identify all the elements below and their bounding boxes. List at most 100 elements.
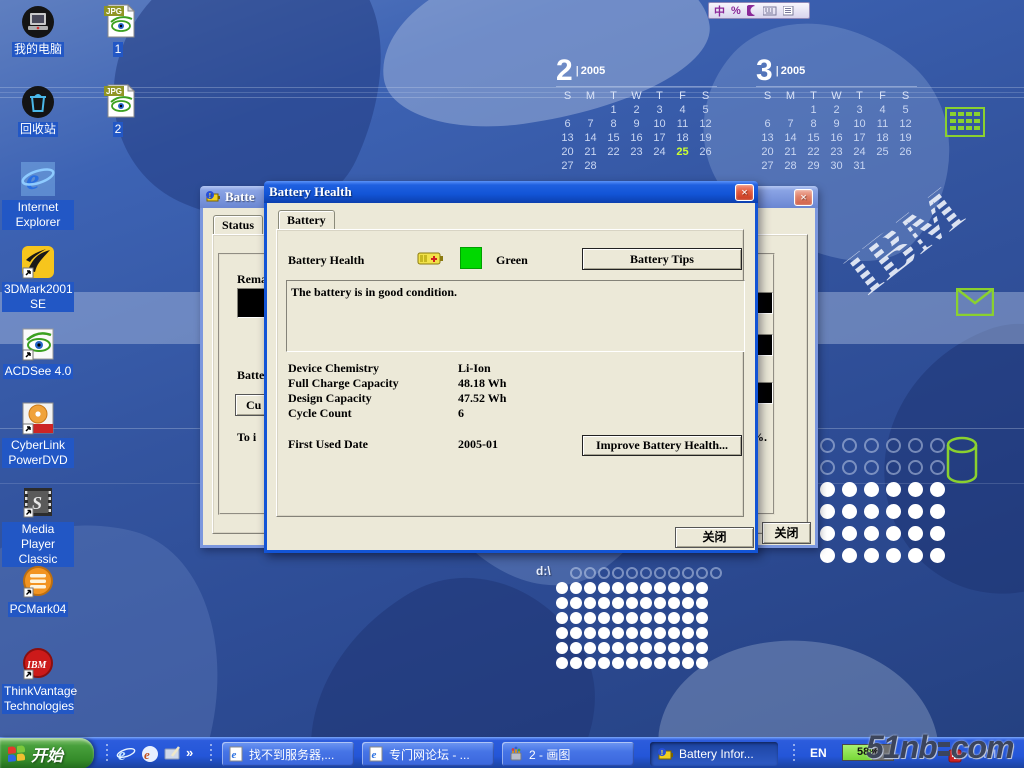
desktop: IBM d:\ 22005 SMTWTFS1234567891011121314… [0,0,1024,768]
tab-status[interactable]: Status [213,215,263,235]
calendar-month: 3 [756,54,773,87]
ime-menu-icon[interactable] [783,6,794,16]
calendar-march: 32005 SMTWTFS123456789101112131415161718… [756,56,917,173]
info-row-label: Cycle Count [288,406,352,421]
calendar-date-cell: 5 [894,103,917,117]
wallpaper-dot [612,597,624,609]
desktop-icon-powerdvd[interactable]: CyberLink PowerDVD [2,400,74,469]
close-icon[interactable]: × [735,184,754,201]
wallpaper-dot [682,627,694,639]
calendar-month: 2 [556,54,573,87]
calendar-day-header: S [894,89,917,103]
desktop-icon-jpg-1[interactable]: JPG 1 [82,2,154,58]
wallpaper-dot [556,642,568,654]
wallpaper-dot [654,597,666,609]
to-text-fragment: To i [237,430,256,445]
calendar-date-cell: 9 [825,117,848,131]
calendar-header: 22005 [556,56,717,86]
improve-battery-health-button[interactable]: Improve Battery Health... [582,435,742,456]
calendar-date-cell [756,103,779,117]
calendar-day-header: W [825,89,848,103]
calendar-year: 2005 [776,65,806,77]
quick-launch-ie-icon[interactable]: e [116,744,136,768]
wallpaper-dot [842,504,857,519]
dialog-titlebar[interactable]: Battery Health × [264,181,758,203]
calendar-date-cell: 14 [579,131,602,145]
calendar-date-cell: 12 [894,117,917,131]
ime-chinese-mode[interactable]: 中 [714,3,725,19]
wallpaper-dot [668,612,680,624]
svg-text:e: e [372,749,377,761]
calendar-date-cell: 16 [825,131,848,145]
calendar-date-cell: 24 [648,145,671,159]
calendar-date-cell: 3 [848,103,871,117]
task-label: Battery Infor... [679,747,754,761]
pcmark-icon [20,564,56,600]
wallpaper-dot [908,526,923,541]
powerdvd-icon [20,400,56,436]
wallpaper-dot [668,597,680,609]
battery-health-label: Battery Health [288,253,364,268]
wallpaper-dot [640,582,652,594]
calendar-date-cell: 1 [802,103,825,117]
wallpaper-dot-grid [820,438,950,570]
start-button[interactable]: 开始 [0,738,94,768]
tab-battery[interactable]: Battery [278,210,335,230]
taskbar-task-paint[interactable]: 2 - 画图 [502,742,634,766]
close-button[interactable]: 关闭 [762,522,811,544]
desktop-icon-recycle-bin[interactable]: 回收站 [2,84,74,138]
first-used-label: First Used Date [288,437,368,452]
calendar-date-cell [648,159,671,173]
wallpaper-dot [598,597,610,609]
quick-launch-show-desktop-icon[interactable] [163,744,183,768]
quick-launch-chevron-icon[interactable]: » [186,745,193,760]
calendar-date-cell [579,103,602,117]
taskbar-task-ie-1[interactable]: e 找不到服务器,... [222,742,354,766]
ime-soft-keyboard-icon[interactable] [763,6,777,16]
calendar-date-cell: 16 [625,131,648,145]
calendar-date-cell: 26 [694,145,717,159]
calendar-year: 2005 [576,65,606,77]
calendar-date-cell: 22 [802,145,825,159]
desktop-icon-jpg-2[interactable]: JPG 2 [82,82,154,138]
desktop-icon-my-computer[interactable]: 我的电脑 [2,4,74,58]
wallpaper-dot [640,627,652,639]
taskbar-task-ie-2[interactable]: e 专门网论坛 - ... [362,742,494,766]
quick-launch-browser-icon[interactable]: e [140,744,160,768]
ime-punctuation-moon-icon[interactable] [747,5,757,16]
wallpaper-dot [654,627,666,639]
desktop-icon-acdsee[interactable]: ACDSee 4.0 [2,326,74,380]
svg-text:!: ! [661,748,664,757]
wallpaper-dot [886,504,901,519]
ime-language-bar[interactable]: 中 % [708,2,810,19]
calendar-date-cell: 21 [579,145,602,159]
taskbar-separator [793,744,795,764]
wallpaper-dot [886,438,901,453]
desktop-icon-3dmark2001[interactable]: 3DMark2001 SE [2,244,74,313]
calendar-date-cell: 20 [756,145,779,159]
taskbar-task-battery-information[interactable]: ! Battery Infor... [650,742,778,766]
ime-width-toggle[interactable]: % [731,5,741,17]
language-indicator[interactable]: EN [810,746,827,760]
condition-text: The battery is in good condition. [291,285,457,299]
wallpaper-dot [930,460,945,475]
close-icon[interactable]: × [794,189,813,206]
desktop-icon-media-player-classic[interactable]: S Media Player Classic [2,484,74,568]
wallpaper-dot [908,438,923,453]
svg-text:e: e [26,163,39,196]
desktop-icon-internet-explorer[interactable]: e Internet Explorer [2,160,74,231]
wallpaper-dot [682,657,694,669]
desktop-icon-label: 3DMark2001 SE [2,282,74,312]
calendar-date-cell: 6 [756,117,779,131]
svg-text:JPG: JPG [106,7,122,16]
battery-tips-button[interactable]: Battery Tips [582,248,742,270]
desktop-icon-thinkvantage[interactable]: IBM ThinkVantage Technologies [2,646,74,715]
close-button[interactable]: 关闭 [675,527,754,548]
desktop-icon-pcmark04[interactable]: PCMark04 [2,564,74,618]
calendar-date-cell: 28 [579,159,602,173]
wallpaper-dot [886,482,901,497]
calendar-date-cell: 19 [894,131,917,145]
calendar-date-cell: 5 [694,103,717,117]
desktop-icon-label: ACDSee 4.0 [3,364,74,379]
wallpaper-dot [626,582,638,594]
